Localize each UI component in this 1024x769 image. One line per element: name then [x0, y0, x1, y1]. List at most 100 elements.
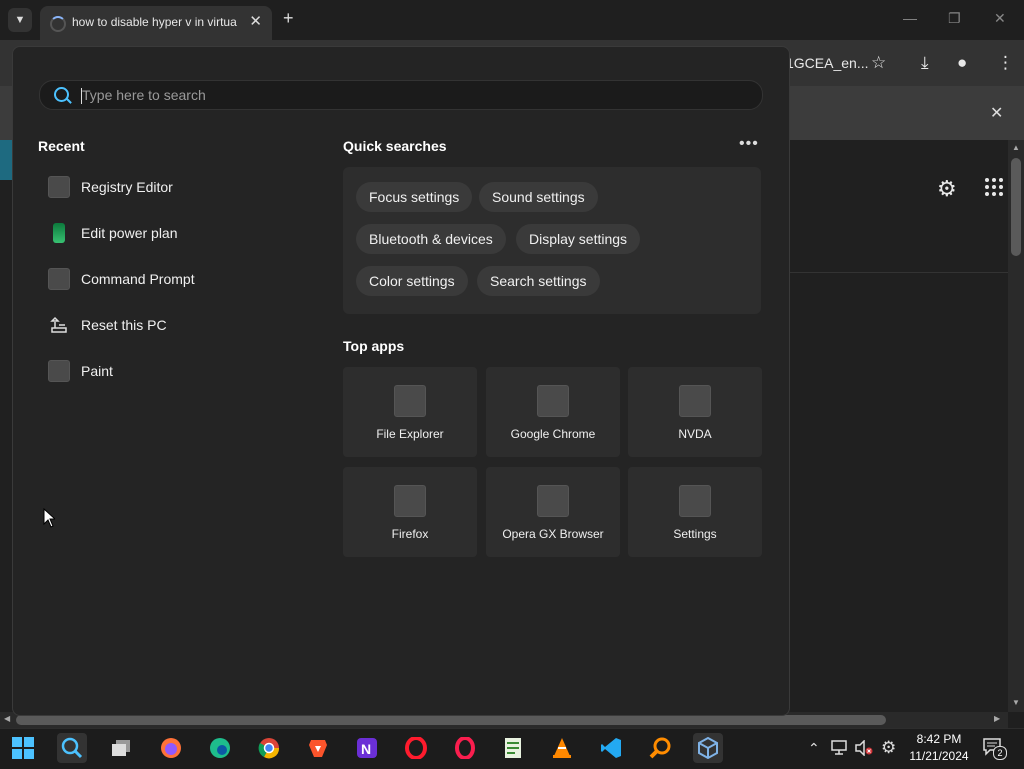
- quick-searches-panel: Focus settings Sound settings Bluetooth …: [343, 167, 761, 314]
- recent-item-label: Paint: [81, 363, 113, 379]
- quick-search-search-settings[interactable]: Search settings: [477, 266, 600, 296]
- apps-grid-icon[interactable]: [985, 178, 1003, 196]
- close-icon[interactable]: ✕: [249, 12, 262, 30]
- download-icon[interactable]: ⤓: [921, 53, 929, 73]
- search-box[interactable]: [39, 80, 763, 110]
- app-tile-label: File Explorer: [376, 427, 444, 441]
- brave-icon: [309, 740, 327, 757]
- quick-search-bluetooth-devices[interactable]: Bluetooth & devices: [356, 224, 506, 254]
- taskbar-chrome[interactable]: [254, 733, 284, 763]
- opera-gx-icon: [537, 485, 569, 517]
- restore-icon[interactable]: ❐: [948, 10, 961, 27]
- recent-item-command-prompt[interactable]: Command Prompt: [47, 261, 287, 297]
- taskbar-search-button[interactable]: [57, 733, 87, 763]
- minimize-icon[interactable]: —: [903, 10, 917, 26]
- taskbar-notepad[interactable]: [498, 733, 528, 763]
- app-tile-settings[interactable]: Settings: [628, 467, 762, 557]
- magnifier-icon: [649, 737, 671, 759]
- recent-item-label: Command Prompt: [81, 271, 195, 287]
- notepad-icon: [505, 738, 521, 758]
- recent-item-reset-this-pc[interactable]: Reset this PC: [47, 307, 287, 343]
- taskbar-virtualbox[interactable]: [693, 733, 723, 763]
- settings-gear-icon[interactable]: ⚙: [881, 738, 896, 758]
- taskbar-search-everything[interactable]: [645, 733, 675, 763]
- loading-spinner-icon: [50, 16, 66, 32]
- quick-search-sound-settings[interactable]: Sound settings: [479, 182, 598, 212]
- taskbar-opera[interactable]: [401, 733, 431, 763]
- vertical-scroll-thumb[interactable]: [1011, 158, 1021, 256]
- clock-date: 11/21/2024: [909, 749, 969, 763]
- network-icon[interactable]: [831, 740, 849, 759]
- more-options-icon[interactable]: •••: [739, 135, 759, 153]
- search-icon: [61, 737, 83, 759]
- start-button[interactable]: [8, 733, 38, 763]
- opera-gx-icon: [455, 737, 475, 759]
- app-tile-label: Google Chrome: [510, 427, 596, 441]
- quick-search-display-settings[interactable]: Display settings: [516, 224, 641, 254]
- recent-item-label: Edit power plan: [81, 225, 178, 241]
- recent-item-label: Reset this PC: [81, 317, 167, 333]
- app-tile-firefox[interactable]: Firefox: [343, 467, 477, 557]
- address-bar-text[interactable]: 1GCEA_en...: [786, 55, 869, 71]
- window-close-icon[interactable]: ✕: [994, 10, 1006, 27]
- taskbar-clock[interactable]: 8:42 PM 11/21/2024: [908, 731, 970, 765]
- google-chrome-icon: [537, 385, 569, 417]
- quick-search-color-settings[interactable]: Color settings: [356, 266, 468, 296]
- quick-search-focus-settings[interactable]: Focus settings: [356, 182, 473, 212]
- taskbar-brave[interactable]: [303, 733, 333, 763]
- app-tile-google-chrome[interactable]: Google Chrome: [486, 367, 620, 457]
- app-tile-nvda[interactable]: NVDA: [628, 367, 762, 457]
- taskbar-notepad-plus[interactable]: N: [352, 733, 382, 763]
- clock-time: 8:42 PM: [916, 732, 962, 746]
- tab-title: how to disable hyper v in virtua: [72, 15, 237, 29]
- more-menu-icon[interactable]: ⋮: [997, 53, 1014, 73]
- show-hidden-icons-chevron-icon[interactable]: ⌃: [808, 740, 820, 757]
- profile-icon[interactable]: ●: [957, 53, 967, 73]
- new-tab-button[interactable]: +: [283, 8, 294, 29]
- scroll-down-arrow-icon[interactable]: ▼: [1012, 698, 1020, 707]
- search-input[interactable]: [82, 85, 682, 105]
- scroll-right-arrow-icon[interactable]: ▶: [994, 714, 1000, 723]
- file-explorer-icon: [394, 385, 426, 417]
- divider: [786, 272, 1008, 273]
- app-tile-file-explorer[interactable]: File Explorer: [343, 367, 477, 457]
- volume-muted-icon[interactable]: [855, 739, 873, 759]
- app-tile-opera-gx[interactable]: Opera GX Browser: [486, 467, 620, 557]
- taskbar-vlc[interactable]: [547, 733, 577, 763]
- recent-item-label: Registry Editor: [81, 179, 173, 195]
- taskbar-vscode[interactable]: [596, 733, 626, 763]
- start-menu: Recent Registry Editor Edit power plan C…: [12, 46, 790, 716]
- app-tile-label: Firefox: [391, 527, 429, 541]
- notification-center-button[interactable]: 2: [982, 737, 1007, 760]
- scroll-left-arrow-icon[interactable]: ◀: [4, 714, 10, 723]
- gear-icon[interactable]: ⚙: [937, 176, 957, 202]
- taskbar-opera-gx[interactable]: [450, 733, 480, 763]
- taskbar-firefox[interactable]: [156, 733, 186, 763]
- recent-item-registry-editor[interactable]: Registry Editor: [47, 169, 287, 205]
- recent-heading: Recent: [38, 138, 85, 154]
- bookmark-star-icon[interactable]: ☆: [871, 53, 886, 73]
- opera-icon: [405, 737, 427, 759]
- recent-item-paint[interactable]: Paint: [47, 353, 287, 389]
- edge-icon: [210, 738, 230, 758]
- task-view-button[interactable]: [106, 733, 136, 763]
- reset-pc-icon: [47, 313, 71, 337]
- horizontal-scroll-thumb[interactable]: [16, 715, 886, 725]
- firefox-icon: [161, 738, 181, 758]
- notification-count-badge: 2: [993, 746, 1007, 760]
- chrome-icon: [258, 738, 280, 759]
- notepad-plus-icon: N: [357, 738, 377, 758]
- app-tile-label: Settings: [673, 527, 717, 541]
- recent-item-edit-power-plan[interactable]: Edit power plan: [47, 215, 287, 251]
- svg-text:N: N: [361, 741, 371, 757]
- command-prompt-icon: [47, 267, 71, 291]
- page-image-fragment: [0, 140, 12, 180]
- browser-tab[interactable]: how to disable hyper v in virtua ✕: [40, 6, 272, 40]
- scroll-up-arrow-icon[interactable]: ▲: [1012, 143, 1020, 152]
- taskbar-edge[interactable]: [205, 733, 235, 763]
- vscode-icon: [601, 738, 621, 758]
- windows-logo-icon: [12, 737, 34, 759]
- tab-search-button[interactable]: ▼: [8, 8, 32, 32]
- paint-icon: [47, 359, 71, 383]
- info-bar-close-icon[interactable]: ✕: [990, 103, 1003, 123]
